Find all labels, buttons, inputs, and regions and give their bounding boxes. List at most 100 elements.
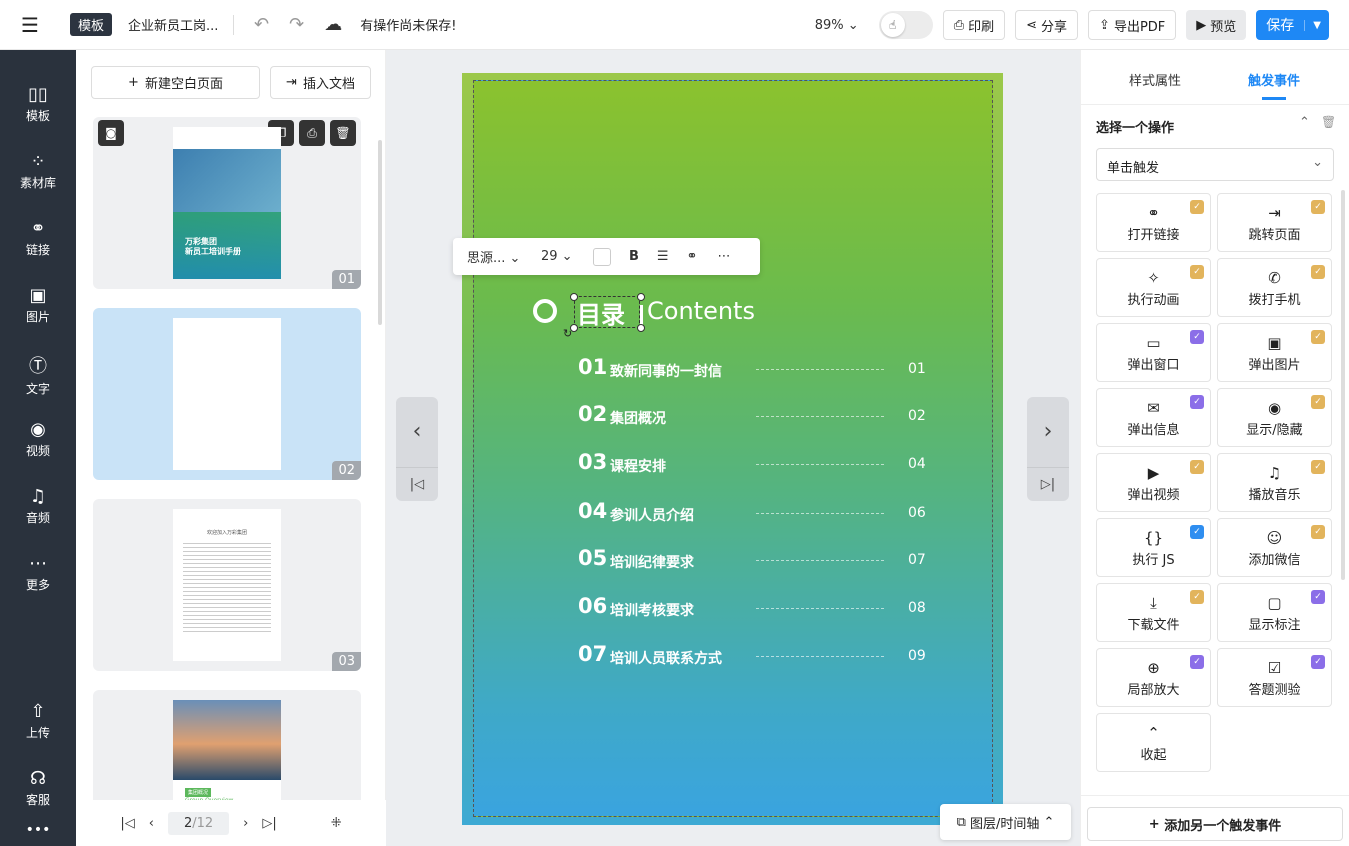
action-jump-page[interactable]: ⇥ 跳转页面 ✓ (1217, 193, 1332, 252)
page-preview: 集团概况 Group Overview (173, 700, 281, 810)
letter-title: 欢迎加入万彩集团 (206, 530, 247, 536)
tab-trigger-events[interactable]: 触发事件 (1248, 70, 1300, 89)
resize-handle[interactable] (570, 293, 578, 301)
action-mail[interactable]: ✉ 弹出信息 ✓ (1096, 388, 1211, 447)
print-button[interactable]: ⎙ 印刷 (942, 10, 1006, 40)
page-thumb-2[interactable]: 02 (93, 308, 361, 480)
collapse-up-icon[interactable]: ⌃ (1299, 115, 1310, 130)
action-annotation[interactable]: ▢ 显示标注 ✓ (1217, 583, 1332, 642)
link-icon[interactable]: ⚭ (687, 249, 698, 264)
page-thumb-1[interactable]: ◙ ❐ ⎙ 🗑 万彩集团新员工培训手册 01 (93, 117, 361, 289)
letter-body (183, 543, 271, 633)
document-title[interactable]: 企业新员工岗... (128, 15, 223, 34)
share-button[interactable]: ⋖ 分享 (1015, 10, 1079, 40)
undo-icon[interactable]: ↶ (254, 14, 269, 35)
align-icon[interactable]: ☰ (657, 249, 669, 264)
page-thumb-4[interactable]: 集团概况 Group Overview (93, 690, 361, 810)
slide-page[interactable]: 目录 Contents ↻ (473, 80, 993, 817)
export-icon: ⇪ (1099, 17, 1110, 33)
action-music[interactable]: ♫ 播放音乐 ✓ (1217, 453, 1332, 512)
nav-item-materials[interactable]: ⁘ 素材库 (0, 151, 76, 191)
action-zoom[interactable]: ⊕ 局部放大 ✓ (1096, 648, 1211, 707)
action-wechat[interactable]: ☺ 添加微信 ✓ (1217, 518, 1332, 577)
heading-en[interactable]: Contents (647, 297, 755, 325)
nav-item-template[interactable]: ▯▯ 模板 (0, 84, 76, 124)
bold-icon[interactable]: B (629, 249, 639, 264)
action-link[interactable]: ⚭ 打开链接 ✓ (1096, 193, 1211, 252)
vip-badge-icon: ✓ (1311, 265, 1325, 279)
color-swatch[interactable] (593, 247, 611, 266)
toc-item[interactable]: 07 培训人员联系方式 09 (578, 642, 938, 670)
preview-button[interactable]: ▶ 预览 (1186, 10, 1247, 40)
more-dots-icon[interactable]: ••• (0, 822, 76, 838)
tab-style-properties[interactable]: 样式属性 (1129, 70, 1181, 89)
toc-item[interactable]: 05 培训纪律要求 07 (578, 546, 938, 574)
toc-item[interactable]: 03 课程安排 04 (578, 450, 938, 478)
new-blank-page-button[interactable]: + 新建空白页面 (91, 66, 260, 99)
nav-item-audio[interactable]: ♫ 音频 (0, 486, 76, 526)
action-image[interactable]: ▣ 弹出图片 ✓ (1217, 323, 1332, 382)
total-pages: /12 (192, 815, 214, 831)
nav-item-support[interactable]: ☊ 客服 (0, 768, 76, 808)
delete-icon[interactable]: 🗑 (330, 120, 356, 146)
chevron-down-icon[interactable]: ▼ (1304, 19, 1329, 31)
action-eye[interactable]: ◉ 显示/隐藏 ✓ (1217, 388, 1332, 447)
last-slide-icon[interactable]: ▷| (1027, 467, 1069, 501)
trash-icon[interactable]: 🗑 (1321, 115, 1336, 129)
action-window[interactable]: ▭ 弹出窗口 ✓ (1096, 323, 1211, 382)
menu-icon[interactable]: ☰ (0, 13, 60, 37)
camera-icon[interactable]: ◙ (98, 120, 124, 146)
insert-document-button[interactable]: ⇥ 插入文档 (270, 66, 371, 99)
page-input[interactable]: 2/12 (167, 811, 230, 835)
heading-cn[interactable]: 目录 (577, 295, 625, 330)
vip-badge-icon: ✓ (1190, 460, 1204, 474)
nav-item-link[interactable]: ⚭ 链接 (0, 218, 76, 258)
first-slide-icon[interactable]: |◁ (396, 467, 438, 501)
action-download[interactable]: ⤓ 下载文件 ✓ (1096, 583, 1211, 642)
page-preview: 欢迎加入万彩集团 (173, 509, 281, 661)
trigger-select[interactable]: 单击触发 ⌄ (1096, 148, 1334, 181)
chevron-left-icon[interactable]: ‹ (396, 397, 438, 467)
font-select[interactable]: 思源... ⌄ (467, 247, 525, 266)
nav-item-more[interactable]: ⋯ 更多 (0, 553, 76, 593)
resize-handle[interactable] (637, 324, 645, 332)
action-play[interactable]: ▶ 弹出视频 ✓ (1096, 453, 1211, 512)
city-image (173, 700, 281, 780)
toc-item[interactable]: 04 参训人员介绍 06 (578, 499, 938, 527)
size-select[interactable]: 29 ⌄ (541, 249, 585, 264)
chevron-right-icon[interactable]: › (1027, 397, 1069, 467)
last-page-icon[interactable]: ▷| (262, 816, 276, 831)
action-sparkle[interactable]: ✧ 执行动画 ✓ (1096, 258, 1211, 317)
resize-handle[interactable] (637, 293, 645, 301)
nav-item-text[interactable]: Ⓣ 文字 (0, 352, 76, 397)
prev-page-icon[interactable]: ‹ (149, 816, 154, 831)
more-icon[interactable]: ⋯ (717, 249, 730, 264)
nav-item-video[interactable]: ◉ 视频 (0, 419, 76, 459)
action-collapse[interactable]: ⌃ 收起 (1096, 713, 1211, 772)
save-button[interactable]: 保存 ▼ (1256, 10, 1329, 40)
add-trigger-event-button[interactable]: + 添加另一个触发事件 (1087, 807, 1343, 841)
actions-scrollbar[interactable] (1341, 190, 1345, 580)
toc-item[interactable]: 01 致新同事的一封信 01 (578, 355, 938, 383)
rotate-handle-icon[interactable]: ↻ (563, 327, 572, 340)
action-quiz[interactable]: ☑ 答题测验 ✓ (1217, 648, 1332, 707)
template-tag[interactable]: 模板 (70, 13, 113, 36)
action-phone[interactable]: ✆ 拨打手机 ✓ (1217, 258, 1332, 317)
pages-scrollbar[interactable] (378, 140, 382, 325)
toc-item[interactable]: 02 集团概况 02 (578, 402, 938, 430)
zoom-select[interactable]: 89% ⌄ (815, 18, 859, 33)
next-page-icon[interactable]: › (243, 816, 248, 831)
export-pdf-button[interactable]: ⇪ 导出PDF (1088, 10, 1177, 40)
print-page-icon[interactable]: ⎙ (299, 120, 325, 146)
nav-item-upload[interactable]: ⇧ 上传 (0, 701, 76, 741)
redo-icon[interactable]: ↷ (289, 14, 304, 35)
layers-timeline-button[interactable]: ⧉ 图层/时间轴 ⌃ (940, 804, 1071, 840)
nav-item-image[interactable]: ▣ 图片 (0, 285, 76, 325)
grid-view-icon[interactable]: ⁜ (331, 816, 342, 831)
touch-mode-toggle[interactable]: ☝ (878, 11, 933, 39)
toc-item[interactable]: 06 培训考核要求 08 (578, 594, 938, 622)
action-code[interactable]: {} 执行 JS ✓ (1096, 518, 1211, 577)
page-thumb-3[interactable]: 欢迎加入万彩集团 03 (93, 499, 361, 671)
toc-page: 07 (908, 552, 926, 568)
first-page-icon[interactable]: |◁ (120, 816, 134, 831)
